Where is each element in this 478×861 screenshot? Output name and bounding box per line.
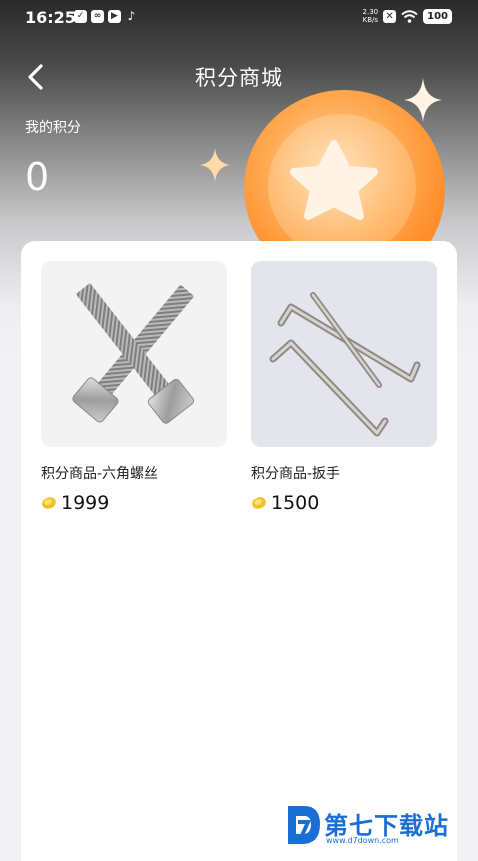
product-name: 积分商品-六角螺丝 [41, 466, 159, 482]
sparkle-icon [200, 148, 230, 182]
clipboard-icon: ✓ [74, 10, 87, 23]
product-image-hex-wrenches [251, 261, 437, 447]
product-price: 1500 [271, 492, 320, 514]
speed-value: 2.30 [362, 8, 379, 16]
sim-off-icon: ✕ [383, 9, 397, 23]
product-list-card: 积分商品-六角螺丝 1999 积分商品-扳手 1500 [21, 241, 457, 861]
product-card[interactable]: 积分商品-扳手 1500 [251, 261, 437, 514]
hex-wrench-image [269, 292, 421, 437]
product-price: 1999 [61, 492, 110, 514]
product-card[interactable]: 积分商品-六角螺丝 1999 [41, 261, 227, 514]
status-bar: 16:25 ✓ ∞ ▶ ♪ 2.30 KB/s ✕ 100 [0, 0, 478, 36]
tiktok-icon: ♪ [127, 9, 136, 23]
price-row: 1500 [251, 492, 437, 514]
network-speed: 2.30 KB/s [363, 8, 379, 24]
status-time: 16:25 [25, 8, 76, 27]
speed-unit: KB/s [362, 16, 379, 24]
points-value: 0 [25, 155, 50, 199]
battery-indicator: 100 [423, 8, 452, 24]
status-right: 2.30 KB/s ✕ 100 [363, 8, 452, 24]
product-image-hex-bolts [41, 261, 227, 447]
wifi-icon [401, 9, 418, 23]
product-name: 积分商品-扳手 [251, 466, 341, 482]
hex-bolt-image [72, 283, 195, 424]
watermark: 第七下载站 www.d7down.com [284, 800, 474, 850]
points-label: 我的积分 [25, 120, 81, 136]
price-row: 1999 [41, 492, 227, 514]
play-icon: ▶ [108, 10, 121, 23]
coin-small-icon [252, 497, 266, 509]
watermark-url: www.d7down.com [326, 836, 399, 845]
coin-small-icon [42, 497, 56, 509]
watermark-logo-icon [288, 806, 320, 844]
app-icon: ∞ [91, 10, 104, 23]
notification-icons: ✓ ∞ ▶ ♪ [74, 10, 138, 23]
